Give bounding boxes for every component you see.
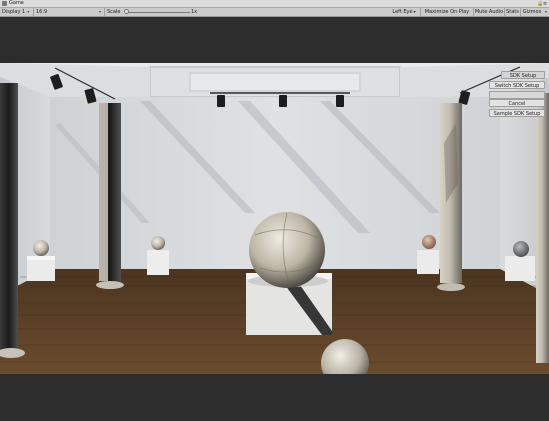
mute-audio-button[interactable]: Mute Audio xyxy=(474,8,504,16)
gallery-scene xyxy=(0,63,549,374)
editor-title-bar: Game 🔒 ≡ xyxy=(0,0,549,8)
chevron-down-icon: ▾ xyxy=(545,9,548,14)
window-menu-icon[interactable]: ≡ xyxy=(543,1,547,7)
window-tab-icon xyxy=(2,1,7,6)
column-front-left xyxy=(0,83,18,353)
game-tab-label[interactable]: Game xyxy=(9,0,24,7)
marble-sphere-icon xyxy=(151,236,165,250)
marble-sphere-icon xyxy=(422,235,436,249)
left-eye-label: Left Eye xyxy=(392,9,413,15)
maximize-on-play-button[interactable]: Maximize On Play xyxy=(422,8,472,16)
chevron-down-icon: ▾ xyxy=(27,9,30,14)
aspect-ratio-dropdown[interactable]: 16:9 xyxy=(36,8,102,16)
marble-sphere-icon xyxy=(513,241,529,257)
stats-button[interactable]: Stats xyxy=(505,8,520,16)
scale-label: Scale xyxy=(107,9,121,15)
cancel-button[interactable]: Cancel xyxy=(489,99,545,107)
display-dropdown-label: Display 1 xyxy=(2,9,26,15)
left-eye-dropdown[interactable]: Left Eye▾ xyxy=(390,8,418,16)
switch-sdk-setup-button[interactable]: Switch SDK Setup xyxy=(489,81,545,89)
toolbar-divider xyxy=(33,8,34,16)
sdk-setup-dropdown[interactable] xyxy=(489,91,545,99)
scale-value: 1x xyxy=(191,9,198,15)
aspect-ratio-label: 16:9 xyxy=(36,9,48,15)
display-dropdown[interactable]: Display 1 ▾ xyxy=(2,8,32,16)
scale-slider-thumb[interactable] xyxy=(124,9,129,14)
toolbar-divider xyxy=(420,8,421,16)
toolbar-divider xyxy=(104,8,105,16)
marble-sphere-icon xyxy=(33,240,49,256)
game-view-render[interactable]: SDK Setup Switch SDK Setup Cancel Sample… xyxy=(0,63,549,374)
chevron-down-icon: ▾ xyxy=(413,9,416,14)
scale-slider-track[interactable] xyxy=(126,12,190,13)
gizmos-dropdown[interactable]: Gizmos xyxy=(521,8,543,16)
gizmos-label: Gizmos xyxy=(522,9,542,15)
column-front-right xyxy=(536,93,549,363)
chevron-down-icon: ▾ xyxy=(99,9,102,14)
sdk-setup-button[interactable]: SDK Setup xyxy=(501,71,545,79)
game-view-toolbar: Display 1 ▾ 16:9 ▾ Scale 1x Left Eye▾ Max… xyxy=(0,8,549,17)
sample-sdk-setup-button[interactable]: Sample SDK Setup xyxy=(489,109,545,117)
